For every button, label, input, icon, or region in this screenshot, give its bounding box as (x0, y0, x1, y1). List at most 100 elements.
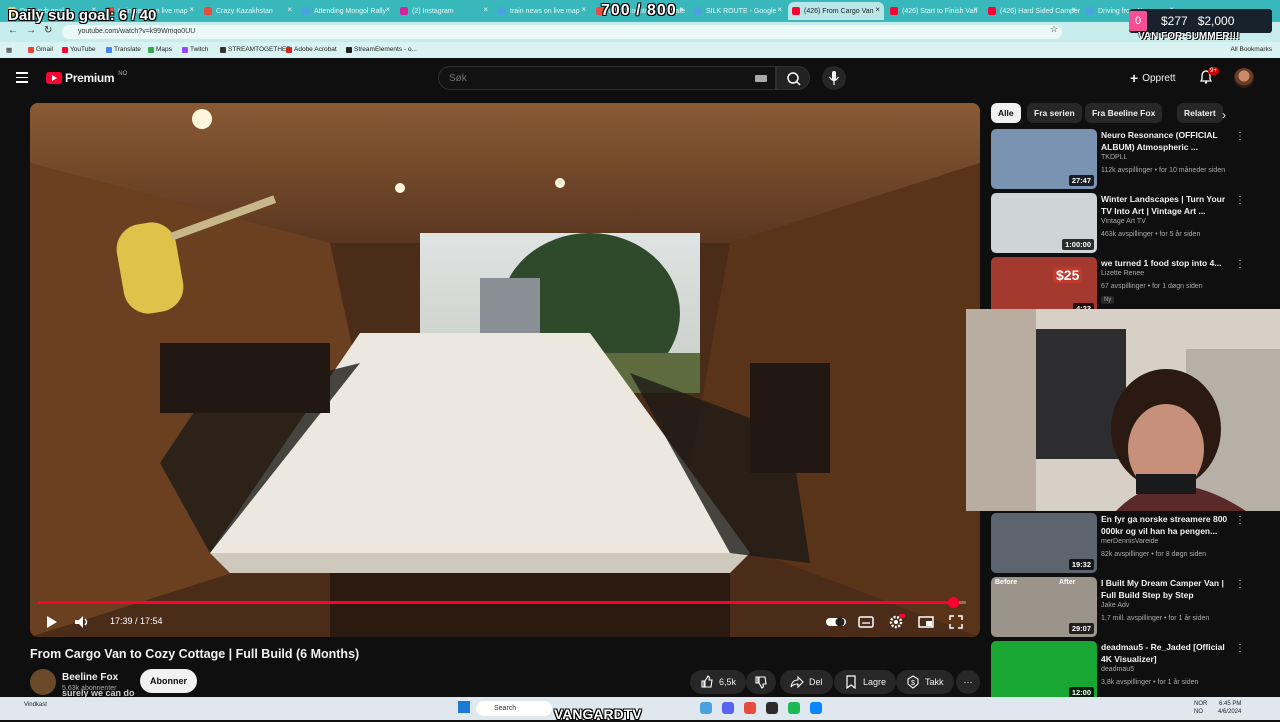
progress-bar[interactable] (38, 597, 966, 608)
url-field[interactable]: youtube.com/watch?v=k99Wmqo0UU (62, 25, 1062, 39)
share-button[interactable]: Del (780, 670, 833, 694)
recommended-meta: 112k avspillinger • for 10 måneder siden (1101, 167, 1226, 174)
browser-tab[interactable]: (426) From Cargo Van × (788, 2, 884, 20)
browser-tab[interactable]: SILK ROUTE - Google × (690, 2, 786, 20)
bookmark-item[interactable]: STREAMTOGETHER (220, 46, 291, 53)
language-indicator[interactable]: NOR NO (1194, 700, 1207, 716)
recommended-video[interactable]: 1:00:00 Winter Landscapes | Turn Your TV… (991, 193, 1245, 253)
discord-icon[interactable] (722, 702, 734, 714)
recommended-video[interactable]: 27:47 Neuro Resonance (OFFICIAL ALBUM) A… (991, 129, 1245, 189)
video-thumbnail[interactable]: Before After 29:07 (991, 577, 1097, 637)
apps-icon[interactable]: ▦ (6, 46, 12, 54)
donation-goal: $2,000 (1197, 14, 1235, 28)
voice-search-button[interactable] (822, 66, 846, 90)
search-input[interactable] (439, 67, 739, 89)
recommended-video[interactable]: $25 4:23 we turned 1 food stop into 4...… (991, 257, 1245, 317)
tab-close-icon[interactable]: × (189, 5, 194, 14)
search-box[interactable] (438, 66, 776, 90)
taskbar-search[interactable]: Search (476, 701, 552, 716)
forward-icon[interactable]: → (26, 25, 36, 36)
filter-chip[interactable]: Alle (991, 103, 1021, 123)
browser-tab[interactable]: (2) Instagram × (396, 2, 492, 20)
recommended-video[interactable]: 12:00 deadmau5 - Re_Jaded [Official 4K V… (991, 641, 1245, 701)
tab-close-icon[interactable]: × (679, 5, 684, 14)
star-icon[interactable]: ☆ (1050, 24, 1058, 35)
recommended-title: we turned 1 food stop into 4... (1101, 258, 1222, 268)
create-button[interactable]: + Opprett (1130, 70, 1176, 86)
filter-chip[interactable]: Fra serien (1027, 103, 1082, 123)
spotify-icon[interactable] (788, 702, 800, 714)
menu-icon[interactable] (16, 72, 28, 83)
tab-favicon-icon (792, 7, 800, 15)
browser-tab[interactable]: (426) Start to Finish Van × (886, 2, 982, 20)
bookmark-item[interactable]: Twitch (182, 46, 208, 53)
bookmark-item[interactable]: Adobe Acrobat (286, 46, 337, 53)
video-player[interactable]: 17:39 / 17:54 (30, 103, 980, 637)
browser-tab[interactable]: train news on live map × (494, 2, 590, 20)
keyboard-icon[interactable] (755, 75, 767, 82)
video-thumbnail[interactable]: 19:32 (991, 513, 1097, 573)
filter-chip[interactable]: Fra Beeline Fox (1085, 103, 1163, 123)
subtitles-icon[interactable] (857, 613, 875, 631)
recommended-video[interactable]: 19:32 En fyr ga norske streamere 800 000… (991, 513, 1245, 573)
weather-widget[interactable]: Vindkast (24, 702, 47, 708)
tab-close-icon[interactable]: × (875, 5, 880, 14)
chevron-right-icon[interactable]: › (1222, 108, 1226, 122)
thumbs-up-icon (701, 675, 713, 688)
dislike-button[interactable] (746, 670, 776, 694)
browser-tab[interactable]: Crazy Kazakhstan × (200, 2, 296, 20)
more-vertical-icon[interactable]: ⋮ (1235, 131, 1245, 142)
video-thumbnail[interactable]: 12:00 (991, 641, 1097, 701)
tab-close-icon[interactable]: × (581, 5, 586, 14)
video-thumbnail[interactable]: 27:47 (991, 129, 1097, 189)
obs-icon[interactable] (766, 702, 778, 714)
fullscreen-icon[interactable] (947, 613, 965, 631)
thanks-button[interactable]: $ Takk (896, 670, 954, 694)
more-vertical-icon[interactable]: ⋮ (1235, 643, 1245, 654)
back-icon[interactable]: ← (8, 25, 18, 36)
save-button[interactable]: Lagre (834, 670, 897, 694)
bookmark-item[interactable]: YouTube (62, 46, 96, 53)
tab-close-icon[interactable]: × (777, 5, 782, 14)
reload-icon[interactable]: ↻ (44, 25, 52, 36)
filter-chip[interactable]: Relatert (1177, 103, 1223, 123)
more-vertical-icon[interactable]: ⋮ (1235, 195, 1245, 206)
miniplayer-icon[interactable] (917, 613, 935, 631)
app-icon[interactable] (810, 702, 822, 714)
more-actions-button[interactable]: ⋯ (956, 670, 980, 694)
search-button[interactable] (776, 66, 810, 90)
autoplay-toggle-icon[interactable] (825, 613, 847, 631)
chrome-icon[interactable] (744, 702, 756, 714)
tab-close-icon[interactable]: × (385, 5, 390, 14)
bookmark-item[interactable]: Gmail (28, 46, 53, 53)
tab-close-icon[interactable]: × (483, 5, 488, 14)
system-clock[interactable]: 6:45 PM 4/6/2024 (1218, 700, 1241, 716)
video-thumbnail[interactable]: 1:00:00 (991, 193, 1097, 253)
account-avatar[interactable] (1234, 68, 1254, 88)
browser-tab[interactable]: (426) Hard Sided Camper × (984, 2, 1080, 20)
play-icon[interactable] (42, 613, 60, 631)
search-icon (787, 72, 801, 86)
browser-icon[interactable] (700, 702, 712, 714)
more-vertical-icon[interactable]: ⋮ (1235, 515, 1245, 526)
url-text: youtube.com/watch?v=k99Wmqo0UU (78, 28, 196, 35)
bookmark-item[interactable]: Translate (106, 46, 141, 53)
like-button[interactable]: 6,5k (690, 670, 747, 694)
tab-close-icon[interactable]: × (287, 5, 292, 14)
video-thumbnail[interactable]: $25 4:23 (991, 257, 1097, 317)
more-vertical-icon[interactable]: ⋮ (1235, 259, 1245, 270)
windows-start-icon[interactable] (458, 701, 470, 713)
more-vertical-icon[interactable]: ⋮ (1235, 579, 1245, 590)
recommended-channel: Lizette Renee (1101, 270, 1145, 277)
tab-close-icon[interactable]: × (973, 5, 978, 14)
bookmark-label: Twitch (190, 46, 209, 53)
recommended-video[interactable]: Before After 29:07 I Built My Dream Campe… (991, 577, 1245, 637)
bookmark-item[interactable]: StreamElements - o... (346, 46, 417, 53)
volume-icon[interactable] (73, 613, 91, 631)
settings-gear-icon[interactable] (887, 613, 905, 631)
tab-close-icon[interactable]: × (1071, 5, 1076, 14)
bookmark-item[interactable]: Maps (148, 46, 172, 53)
youtube-logo[interactable]: Premium NO (46, 71, 127, 85)
browser-tab[interactable]: Attending Mongol Rally × (298, 2, 394, 20)
all-bookmarks[interactable]: All Bookmarks (1230, 46, 1272, 53)
